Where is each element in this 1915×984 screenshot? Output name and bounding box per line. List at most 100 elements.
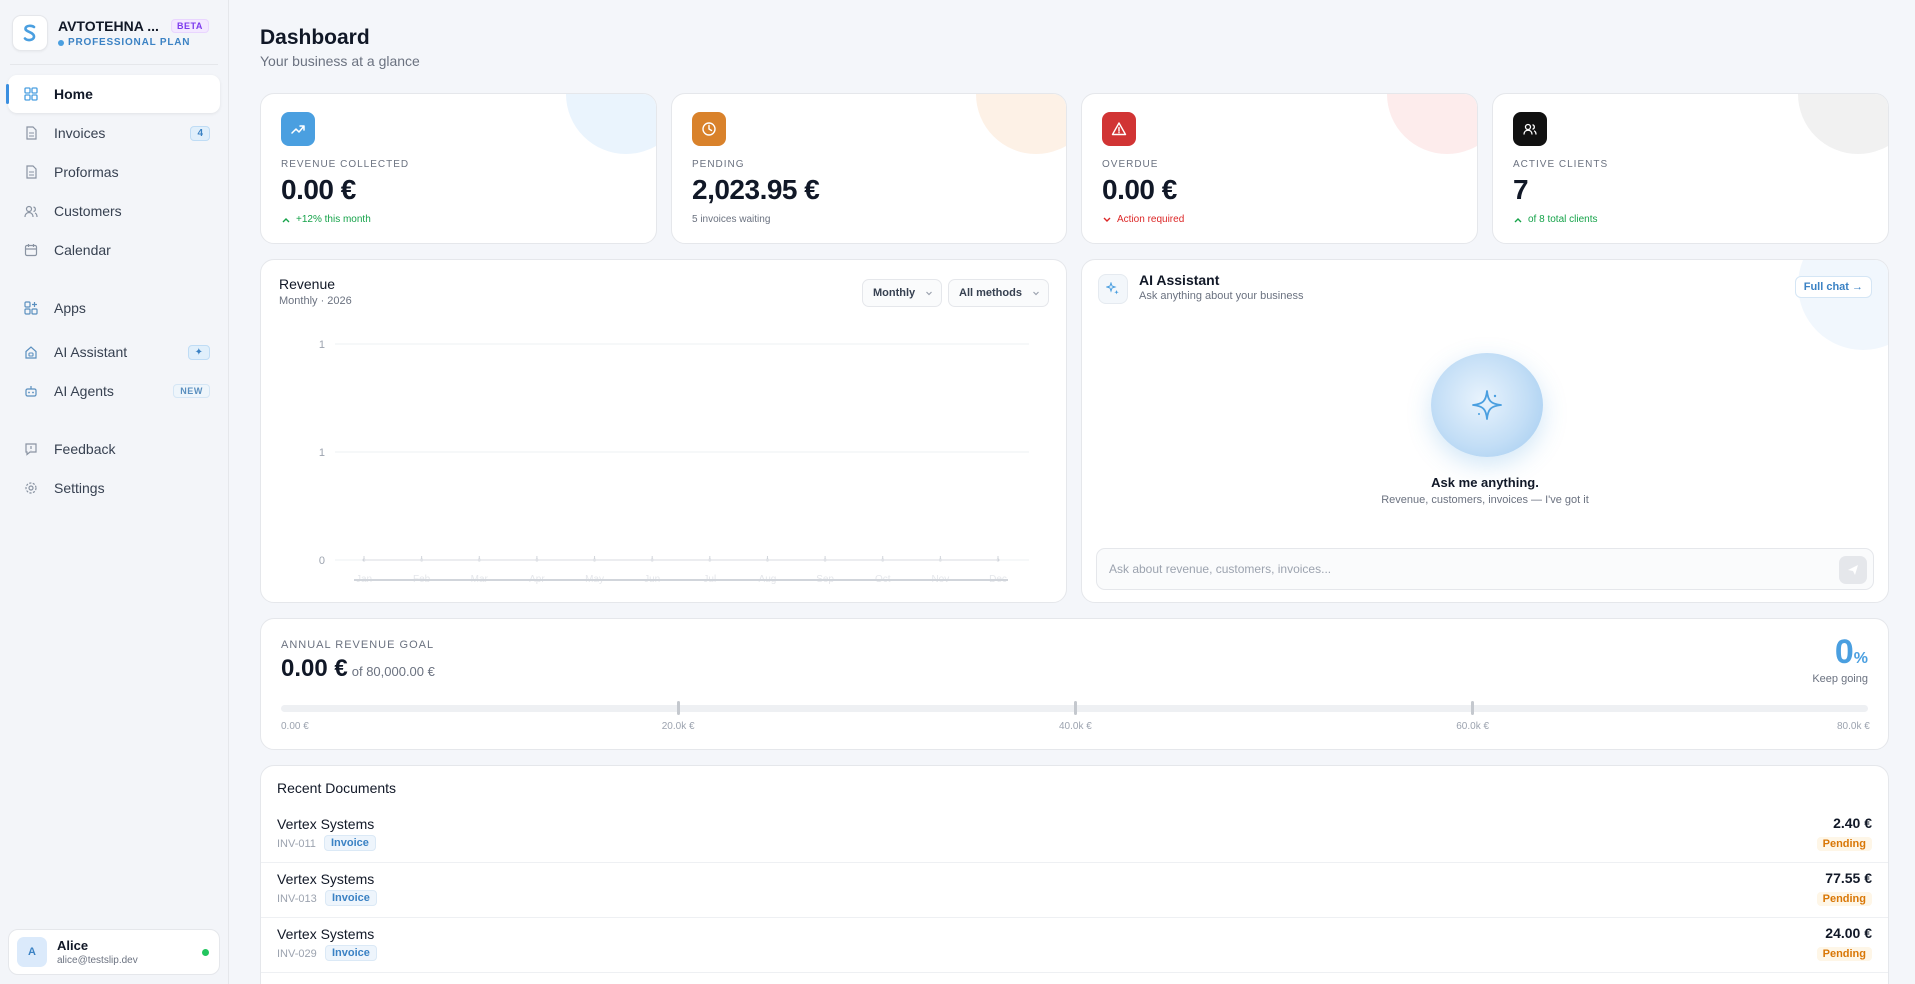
users-icon <box>1513 112 1547 146</box>
goal-tick-label: 20.0k € <box>661 721 695 732</box>
kpi-card-active-clients[interactable]: ACTIVE CLIENTS 7 of 8 total clients <box>1492 93 1889 244</box>
doc-customer: Vertex Systems <box>277 926 375 942</box>
kpi-value: 0.00 € <box>281 174 356 205</box>
doc-amount: 77.55 € <box>1825 870 1872 886</box>
sidebar-item-label: Feedback <box>54 441 116 457</box>
sidebar-item-label: Settings <box>54 480 105 496</box>
kpi-card-revenue[interactable]: REVENUE COLLECTED 0.00 € +12% this month <box>260 93 657 244</box>
kpi-label: OVERDUE <box>1102 159 1159 170</box>
goal-percent-value: 0 <box>1834 633 1854 671</box>
kpi-note-text: of 8 total clients <box>1528 214 1598 225</box>
brand-logo-icon <box>12 15 48 51</box>
goal-target: of 80,000.00 € <box>351 664 435 679</box>
doc-customer: Vertex Systems <box>277 816 375 832</box>
decorative-circle <box>1798 260 1888 350</box>
kpi-note: +12% this month <box>281 214 371 225</box>
table-row[interactable]: Vertex Systems INV-013 Invoice 77.55 € P… <box>261 863 1888 918</box>
kpi-label: ACTIVE CLIENTS <box>1513 159 1609 170</box>
decorative-circle <box>1387 94 1477 154</box>
goal-label: ANNUAL REVENUE GOAL <box>281 639 435 651</box>
document-icon <box>24 165 38 179</box>
users-icon <box>24 204 38 218</box>
sidebar-item-apps[interactable]: Apps <box>8 289 220 327</box>
kpi-label: REVENUE COLLECTED <box>281 159 410 170</box>
beta-badge: BETA <box>171 19 209 33</box>
table-row[interactable]: Vertex Systems INV-029 Invoice 24.00 € P… <box>261 918 1888 973</box>
kpi-value: 0.00 € <box>1102 174 1177 205</box>
full-chat-button[interactable]: Full chat → <box>1794 276 1872 298</box>
doc-id: INV-029 <box>277 948 317 960</box>
doc-id: INV-011 <box>277 838 316 850</box>
decorative-circle <box>976 94 1066 154</box>
sidebar-item-label: Home <box>54 86 93 102</box>
sidebar-item-ai-agents[interactable]: AI Agents NEW <box>8 372 220 410</box>
y-tick-label: 1 <box>319 447 325 459</box>
kpi-note: of 8 total clients <box>1513 214 1597 225</box>
status-badge: Pending <box>1816 947 1872 961</box>
sidebar-item-label: AI Agents <box>54 383 114 399</box>
sidebar-item-calendar[interactable]: Calendar <box>8 231 220 269</box>
brand[interactable]: AVTOTEHNA ... BETA PROFESSIONAL PLAN <box>12 14 222 52</box>
decorative-circle <box>1798 94 1888 154</box>
sidebar-item-settings[interactable]: Settings <box>8 469 220 507</box>
invoices-count-badge: 4 <box>190 125 210 141</box>
doc-type-badge: Invoice <box>325 890 377 906</box>
sidebar-item-label: Invoices <box>54 125 106 141</box>
goal-value: 0.00 € of 80,000.00 € <box>281 655 435 683</box>
table-row[interactable]: Vertex Systems INV-011 Invoice 2.40 € Pe… <box>261 808 1888 863</box>
sidebar-item-customers[interactable]: Customers <box>8 192 220 230</box>
sidebar-item-feedback[interactable]: Feedback <box>8 430 220 468</box>
decorative-circle <box>566 94 656 154</box>
doc-type-badge: Invoice <box>325 945 377 961</box>
goal-current: 0.00 € <box>281 655 348 682</box>
ask-title: Ask me anything. <box>1431 475 1539 490</box>
doc-customer: Vertex Systems <box>277 871 375 887</box>
sparkles-icon <box>1098 274 1128 304</box>
goal-tick-label: 0.00 € <box>281 721 309 732</box>
sidebar-item-label: Calendar <box>54 242 111 258</box>
avatar: A <box>17 937 47 967</box>
revenue-line-chart: 110JanFebMarAprMayJunJulAugSepOctNovDec <box>319 339 1029 585</box>
plan-text: PROFESSIONAL PLAN <box>68 37 191 48</box>
sidebar-item-invoices[interactable]: Invoices 4 <box>8 114 220 152</box>
brand-name: AVTOTEHNA ... <box>58 18 159 34</box>
kpi-card-overdue[interactable]: OVERDUE 0.00 € Action required <box>1081 93 1478 244</box>
y-tick-label: 0 <box>319 555 325 567</box>
gear-icon <box>24 481 38 495</box>
kpi-card-pending[interactable]: PENDING 2,023.95 € 5 invoices waiting <box>671 93 1067 244</box>
document-icon <box>24 126 38 140</box>
ai-title: AI Assistant <box>1139 272 1220 288</box>
warning-icon <box>1102 112 1136 146</box>
sidebar-item-home[interactable]: Home <box>6 75 220 113</box>
message-icon <box>24 442 38 456</box>
sparkle-badge: ✦ <box>187 344 210 360</box>
status-badge: Pending <box>1816 892 1872 906</box>
goal-tick-label: 40.0k € <box>1059 721 1092 732</box>
y-tick-label: 1 <box>319 339 325 351</box>
doc-type-badge: Invoice <box>324 835 376 851</box>
status-badge: Pending <box>1816 837 1872 851</box>
doc-amount: 24.00 € <box>1825 925 1872 941</box>
recent-documents-card: Recent Documents Vertex Systems INV-011 … <box>260 765 1889 984</box>
calendar-icon <box>24 243 38 257</box>
kpi-note: 5 invoices waiting <box>692 214 770 225</box>
kpi-note-text: +12% this month <box>296 214 371 225</box>
goal-tick-mark <box>1471 701 1475 715</box>
apps-icon <box>24 301 38 315</box>
ai-chat-input[interactable]: Ask about revenue, customers, invoices..… <box>1096 548 1874 590</box>
sidebar-item-proformas[interactable]: Proformas <box>8 153 220 191</box>
sidebar: AVTOTEHNA ... BETA PROFESSIONAL PLAN Hom… <box>0 0 229 984</box>
trend-up-icon <box>281 112 315 146</box>
send-button[interactable] <box>1839 556 1867 584</box>
sparkle-icon <box>1472 390 1502 420</box>
ai-orb <box>1431 353 1543 457</box>
user-card[interactable]: A Alice alice@testslip.dev <box>8 929 220 975</box>
sidebar-item-ai-assistant[interactable]: AI Assistant ✦ <box>8 333 220 371</box>
kpi-note-text: Action required <box>1117 214 1185 225</box>
doc-amount: 2.40 € <box>1833 815 1872 831</box>
kpi-value: 2,023.95 € <box>692 174 820 205</box>
new-badge: NEW <box>173 384 210 398</box>
goal-tick-label: 60.0k € <box>1456 721 1490 732</box>
plan-dot-icon <box>58 39 64 46</box>
chevron-up-icon <box>282 217 290 222</box>
